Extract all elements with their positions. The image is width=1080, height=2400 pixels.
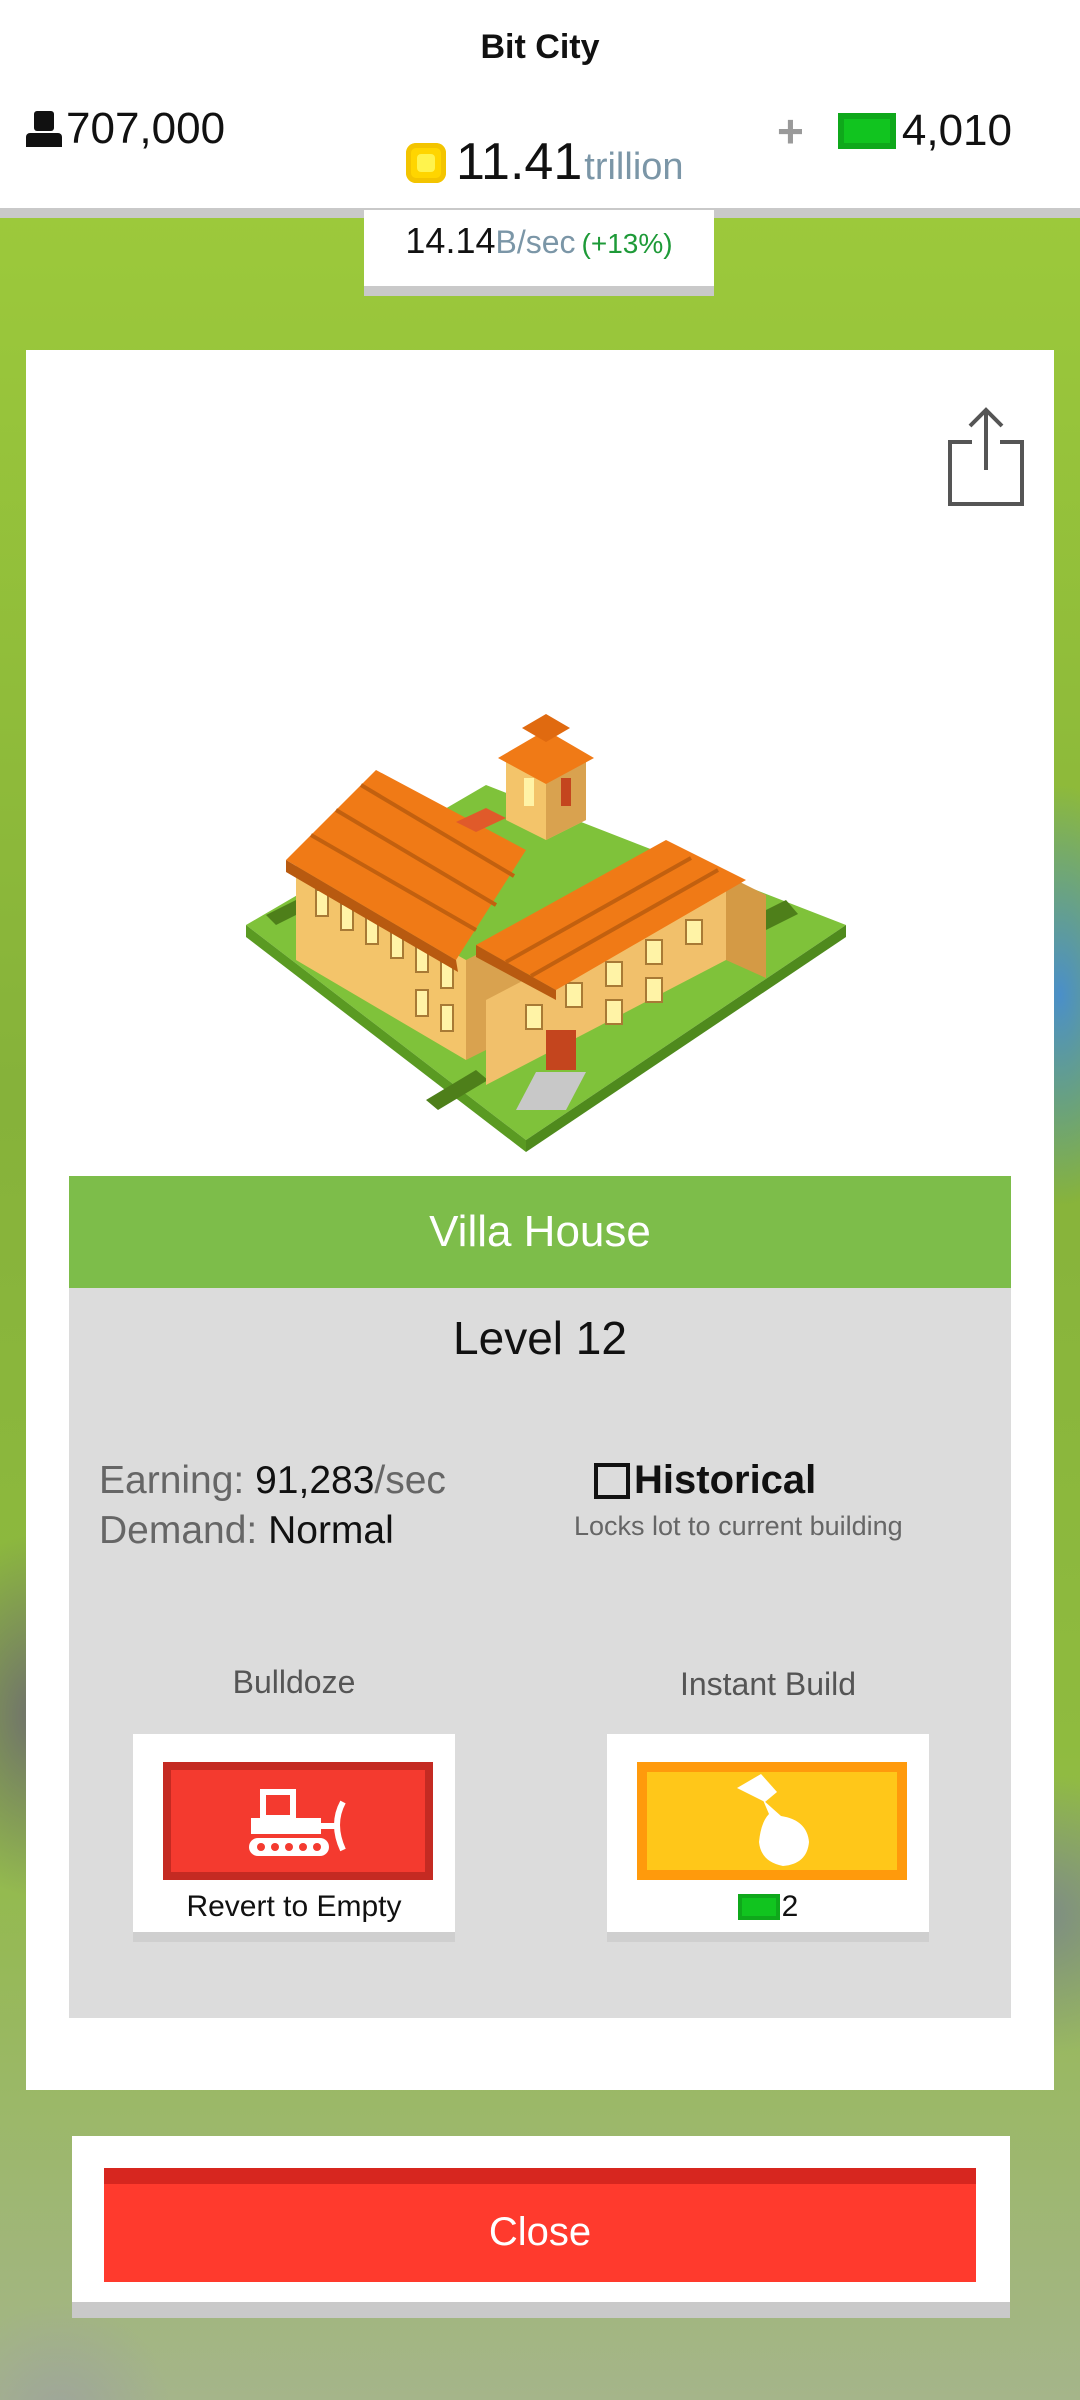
population-value: 707,000 <box>66 104 226 153</box>
earning-unit: /sec <box>374 1459 446 1502</box>
top-hud: Bit City 707,000 11.41 trillion + 4,010 <box>0 0 1080 218</box>
bulldoze-icon-button[interactable] <box>163 1762 433 1880</box>
earning-label: Earning: <box>99 1459 245 1502</box>
close-button[interactable]: Close <box>104 2168 976 2282</box>
earning-row: Earning: 91,283/sec <box>99 1456 446 1506</box>
historical-option: Historical Locks lot to current building <box>574 1458 954 1542</box>
building-stats: Earning: 91,283/sec Demand: Normal <box>99 1456 446 1556</box>
cash-icon <box>737 1894 780 1920</box>
historical-description: Locks lot to current building <box>574 1511 903 1541</box>
coins-unit: trillion <box>584 146 684 188</box>
instant-build-title: Instant Build <box>679 1666 857 1702</box>
bulldoze-title: Bulldoze <box>232 1664 356 1700</box>
building-card: Villa House Level 12 Earning: 91,283/sec… <box>26 350 1054 2090</box>
earning-value: 91,283 <box>255 1459 375 1502</box>
building-name: Villa House <box>69 1176 1011 1288</box>
demand-label: Demand: <box>99 1509 258 1552</box>
coins-counter: 11.41 trillion <box>406 132 684 192</box>
cash-icon <box>837 113 896 149</box>
coins-amount: 11.41 <box>456 133 583 191</box>
hammer-icon <box>737 1774 809 1866</box>
bulldoze-caption: Revert to Empty <box>186 1890 402 1923</box>
demand-value: Normal <box>268 1509 394 1552</box>
income-rate-tab: 14.14B/sec (+13%) <box>364 210 714 296</box>
historical-label: Historical <box>634 1458 817 1502</box>
demand-row: Demand: Normal <box>99 1506 446 1556</box>
building-image <box>246 714 846 1152</box>
instant-build-icon-button[interactable] <box>637 1762 907 1880</box>
add-cash-button[interactable]: + <box>777 104 804 158</box>
building-level: Level 12 <box>453 1312 627 1364</box>
bulldoze-button[interactable]: Revert to Empty <box>133 1734 455 1942</box>
historical-toggle[interactable]: Historical <box>594 1458 954 1503</box>
bulldozer-icon <box>249 1789 346 1856</box>
rate-unit: B/sec <box>495 224 576 260</box>
instant-build-cost-value: 2 <box>781 1890 799 1923</box>
share-button[interactable] <box>936 402 1036 512</box>
instant-build-button[interactable]: 2 <box>607 1734 929 1942</box>
city-name: Bit City <box>480 28 600 66</box>
population-counter: 707,000 <box>26 104 225 154</box>
building-info-panel: Villa House Level 12 Earning: 91,283/sec… <box>69 1176 1011 2018</box>
rate-percent: (+13%) <box>581 228 673 259</box>
close-container: Close <box>72 2136 1010 2318</box>
share-icon <box>948 407 1024 506</box>
historical-checkbox[interactable] <box>594 1462 630 1499</box>
cash-value: 4,010 <box>901 106 1012 155</box>
rate-value: 14.14 <box>405 220 496 261</box>
instant-build-cost: 2 <box>607 1890 929 1924</box>
coin-icon <box>406 143 446 183</box>
cash-counter[interactable]: + 4,010 <box>777 104 1012 158</box>
person-icon <box>26 111 62 147</box>
